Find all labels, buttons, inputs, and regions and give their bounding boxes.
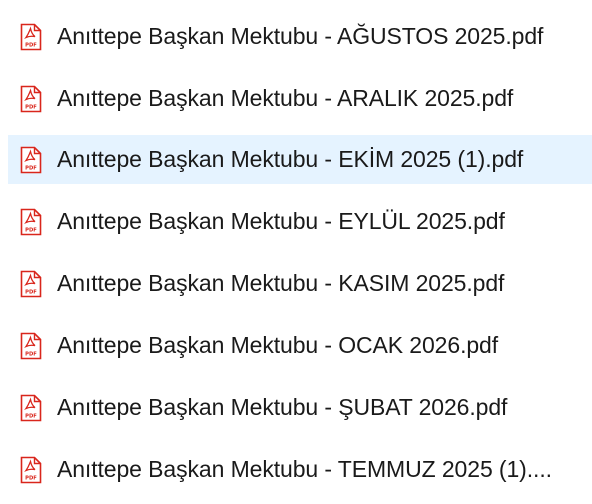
file-name: Anıttepe Başkan Mektubu - EYLÜL 2025.pdf — [57, 207, 505, 234]
file-row[interactable]: PDF Anıttepe Başkan Mektubu - ARALIK 202… — [8, 74, 592, 123]
file-name: Anıttepe Başkan Mektubu - OCAK 2026.pdf — [57, 331, 499, 358]
pdf-icon-label: PDF — [25, 165, 37, 171]
file-name: Anıttepe Başkan Mektubu - EKİM 2025 (1).… — [57, 145, 524, 172]
pdf-icon-label: PDF — [25, 289, 37, 295]
file-name: Anıttepe Başkan Mektubu - TEMMUZ 2025 (1… — [57, 455, 552, 482]
pdf-file-icon: PDF — [20, 208, 42, 235]
pdf-file-icon: PDF — [20, 146, 42, 173]
file-row[interactable]: PDF Anıttepe Başkan Mektubu - OCAK 2026.… — [8, 321, 592, 370]
file-row[interactable]: PDF Anıttepe Başkan Mektubu - EYLÜL 2025… — [8, 197, 592, 246]
pdf-icon-label: PDF — [25, 104, 37, 110]
file-row[interactable]: PDF Anıttepe Başkan Mektubu - KASIM 2025… — [8, 259, 592, 308]
pdf-file-icon: PDF — [20, 270, 42, 297]
file-row-selected[interactable]: PDF Anıttepe Başkan Mektubu - EKİM 2025 … — [8, 135, 592, 184]
pdf-icon-label: PDF — [25, 42, 37, 48]
file-name: Anıttepe Başkan Mektubu - ARALIK 2025.pd… — [57, 84, 514, 111]
pdf-icon-label: PDF — [25, 351, 37, 357]
file-row[interactable]: PDF Anıttepe Başkan Mektubu - AĞUSTOS 20… — [8, 12, 592, 61]
file-row[interactable]: PDF Anıttepe Başkan Mektubu - ŞUBAT 2026… — [8, 383, 592, 432]
file-row[interactable]: PDF Anıttepe Başkan Mektubu - TEMMUZ 202… — [8, 445, 592, 494]
file-name: Anıttepe Başkan Mektubu - AĞUSTOS 2025.p… — [57, 22, 544, 49]
file-list: PDF Anıttepe Başkan Mektubu - AĞUSTOS 20… — [0, 0, 592, 504]
pdf-icon-label: PDF — [25, 475, 37, 481]
pdf-icon-label: PDF — [25, 227, 37, 233]
pdf-file-icon: PDF — [20, 85, 42, 112]
pdf-file-icon: PDF — [20, 332, 42, 359]
pdf-icon-label: PDF — [25, 413, 37, 419]
pdf-file-icon: PDF — [20, 23, 42, 50]
pdf-file-icon: PDF — [20, 456, 42, 483]
pdf-file-icon: PDF — [20, 394, 42, 421]
file-name: Anıttepe Başkan Mektubu - KASIM 2025.pdf — [57, 269, 505, 296]
file-name: Anıttepe Başkan Mektubu - ŞUBAT 2026.pdf — [57, 393, 508, 420]
